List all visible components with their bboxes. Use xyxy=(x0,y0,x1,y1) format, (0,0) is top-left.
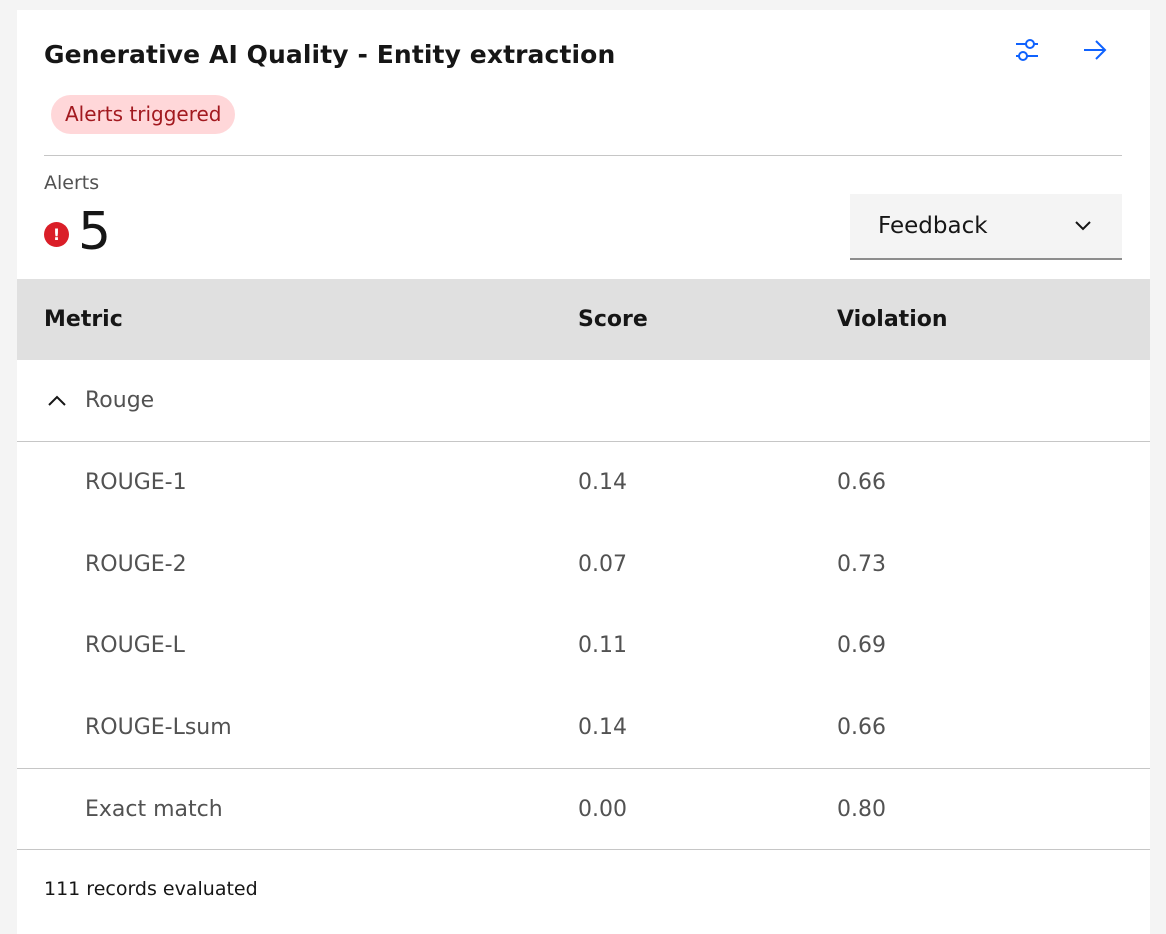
records-evaluated-text: 111 records evaluated xyxy=(44,878,258,900)
score-cell: 0.11 xyxy=(578,633,627,658)
table-row: Exact match 0.00 0.80 xyxy=(17,769,1150,851)
alert-count-group: ! 5 xyxy=(44,202,111,262)
row-divider xyxy=(17,849,1150,850)
metric-cell: Exact match xyxy=(85,797,223,822)
metric-cell: ROUGE-Lsum xyxy=(85,715,232,740)
quality-card: Generative AI Quality - Entity extractio… xyxy=(17,10,1150,934)
alerts-label: Alerts xyxy=(44,172,100,194)
card-title: Generative AI Quality - Entity extractio… xyxy=(44,40,616,69)
divider xyxy=(44,155,1122,156)
status-badge: Alerts triggered xyxy=(51,95,236,134)
column-header-metric[interactable]: Metric xyxy=(44,279,123,360)
score-cell: 0.14 xyxy=(578,715,627,740)
violation-cell: 0.66 xyxy=(837,715,886,740)
chevron-down-icon xyxy=(1075,221,1091,231)
score-cell: 0.07 xyxy=(578,552,627,577)
group-row-rouge[interactable]: Rouge xyxy=(17,360,1150,442)
table-row: ROUGE-1 0.14 0.66 xyxy=(17,442,1150,524)
table-header: Metric Score Violation xyxy=(17,279,1150,360)
settings-adjust-icon xyxy=(1016,39,1038,61)
score-cell: 0.14 xyxy=(578,470,627,495)
metric-cell: ROUGE-L xyxy=(85,633,185,658)
column-header-violation[interactable]: Violation xyxy=(837,279,948,360)
violation-cell: 0.69 xyxy=(837,633,886,658)
chevron-up-icon[interactable] xyxy=(44,388,70,414)
group-label: Rouge xyxy=(85,388,155,413)
error-filled-icon: ! xyxy=(44,221,69,247)
column-header-score[interactable]: Score xyxy=(578,279,648,360)
metric-type-dropdown[interactable]: Feedback xyxy=(850,194,1122,260)
settings-button[interactable] xyxy=(1007,30,1047,70)
violation-cell: 0.66 xyxy=(837,470,886,495)
violation-cell: 0.80 xyxy=(837,797,886,822)
dropdown-selected-value: Feedback xyxy=(878,213,988,239)
violation-cell: 0.73 xyxy=(837,552,886,577)
table-row: ROUGE-L 0.11 0.69 xyxy=(17,605,1150,687)
view-details-button[interactable] xyxy=(1075,30,1115,70)
metric-cell: ROUGE-2 xyxy=(85,552,187,577)
score-cell: 0.00 xyxy=(578,797,627,822)
arrow-right-icon xyxy=(1084,40,1107,60)
alerts-count: 5 xyxy=(78,202,112,262)
table-row: ROUGE-Lsum 0.14 0.66 xyxy=(17,687,1150,769)
table-row: ROUGE-2 0.07 0.73 xyxy=(17,524,1150,606)
metric-cell: ROUGE-1 xyxy=(85,470,187,495)
